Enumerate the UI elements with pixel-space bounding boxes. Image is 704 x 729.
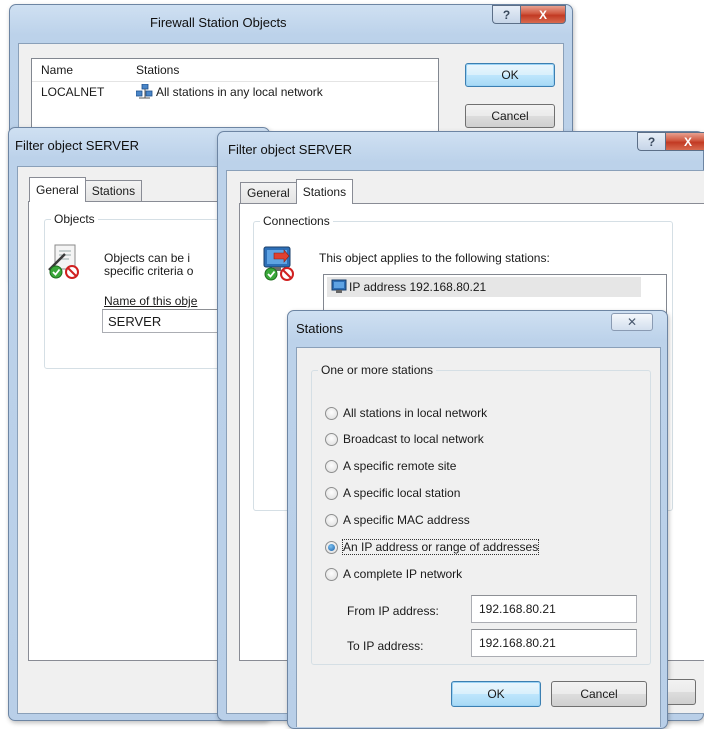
close-button[interactable]: ✕ bbox=[611, 313, 653, 331]
radio-ip-network[interactable]: A complete IP network bbox=[325, 565, 462, 583]
close-button[interactable]: X bbox=[665, 132, 704, 151]
client-area: One or more stations All stations in loc… bbox=[296, 347, 661, 727]
tab-strip: General Stations bbox=[29, 177, 143, 202]
radio-button[interactable] bbox=[325, 432, 338, 446]
dialog-title: Stations bbox=[296, 321, 343, 336]
radio-button[interactable] bbox=[325, 513, 338, 527]
group-label: Connections bbox=[260, 214, 333, 228]
radio-button-selected[interactable] bbox=[325, 540, 338, 554]
ok-button[interactable]: OK bbox=[451, 681, 541, 707]
cancel-button[interactable]: Cancel bbox=[551, 681, 647, 707]
radio-remote-site[interactable]: A specific remote site bbox=[325, 457, 456, 475]
stations-dialog: Stations ✕ One or more stations All stat… bbox=[287, 310, 668, 729]
radio-label: A specific remote site bbox=[343, 459, 457, 473]
tab-general[interactable]: General bbox=[240, 182, 297, 204]
tab-general[interactable]: General bbox=[29, 177, 86, 202]
radio-button[interactable] bbox=[325, 567, 338, 581]
list-item[interactable]: LOCALNET All stations in any local netwo… bbox=[32, 83, 438, 103]
monitor-arrow-icon bbox=[260, 244, 298, 282]
ok-button[interactable]: OK bbox=[465, 63, 555, 87]
station-item-label: IP address 192.168.80.21 bbox=[349, 280, 487, 294]
radio-label: All stations in local network bbox=[343, 406, 488, 420]
column-header-name[interactable]: Name bbox=[41, 63, 73, 77]
radio-label: A complete IP network bbox=[343, 567, 463, 581]
list-header: Name Stations bbox=[32, 59, 438, 82]
group-label: One or more stations bbox=[318, 363, 437, 377]
radio-broadcast[interactable]: Broadcast to local network bbox=[325, 430, 484, 448]
close-button[interactable]: X bbox=[520, 5, 566, 24]
window-title: Filter object SERVER bbox=[228, 142, 353, 157]
window-title: Filter object SERVER bbox=[15, 138, 140, 153]
from-ip-input[interactable]: 192.168.80.21 bbox=[471, 595, 637, 623]
network-computers-icon bbox=[135, 83, 153, 100]
title-bar[interactable]: Filter object SERVER ? X bbox=[218, 132, 704, 162]
radio-mac-address[interactable]: A specific MAC address bbox=[325, 511, 470, 529]
title-bar[interactable]: Stations ✕ bbox=[288, 311, 667, 341]
description-line-2: specific criteria o bbox=[104, 264, 194, 278]
cancel-button[interactable]: Cancel bbox=[465, 104, 555, 128]
tab-stations[interactable]: Stations bbox=[84, 180, 143, 202]
radio-button[interactable] bbox=[325, 459, 338, 473]
radio-label: Broadcast to local network bbox=[343, 432, 484, 446]
monitor-icon bbox=[331, 279, 347, 294]
to-ip-input[interactable]: 192.168.80.21 bbox=[471, 629, 637, 657]
tab-strip: General Stations bbox=[240, 179, 354, 204]
radio-button[interactable] bbox=[325, 406, 338, 420]
applies-to-text: This object applies to the following sta… bbox=[319, 251, 550, 265]
radio-label: An IP address or range of addresses bbox=[341, 539, 540, 555]
group-label: Objects bbox=[51, 212, 98, 226]
list-item[interactable]: IP address 192.168.80.21 bbox=[327, 277, 641, 297]
document-pen-icon bbox=[47, 244, 81, 280]
name-field-label: Name of this obje bbox=[104, 294, 198, 308]
to-ip-label: To IP address: bbox=[347, 639, 424, 653]
column-header-stations[interactable]: Stations bbox=[136, 63, 179, 77]
help-button[interactable]: ? bbox=[492, 5, 520, 24]
radio-button[interactable] bbox=[325, 486, 338, 500]
radio-all-stations[interactable]: All stations in local network bbox=[325, 404, 487, 422]
row-name: LOCALNET bbox=[41, 85, 105, 99]
from-ip-label: From IP address: bbox=[347, 604, 439, 618]
tab-stations[interactable]: Stations bbox=[295, 179, 354, 204]
radio-ip-range[interactable]: An IP address or range of addresses bbox=[325, 538, 540, 556]
title-bar[interactable]: Firewall Station Objects ? X bbox=[10, 5, 572, 35]
window-title: Firewall Station Objects bbox=[150, 15, 287, 30]
radio-label: A specific MAC address bbox=[343, 513, 470, 527]
row-stations: All stations in any local network bbox=[156, 85, 323, 99]
description-line-1: Objects can be i bbox=[104, 251, 191, 265]
radio-label: A specific local station bbox=[343, 486, 461, 500]
one-or-more-stations-group: One or more stations All stations in loc… bbox=[311, 363, 651, 665]
partial-button[interactable] bbox=[668, 679, 696, 705]
help-button[interactable]: ? bbox=[637, 132, 665, 151]
radio-local-station[interactable]: A specific local station bbox=[325, 484, 460, 502]
